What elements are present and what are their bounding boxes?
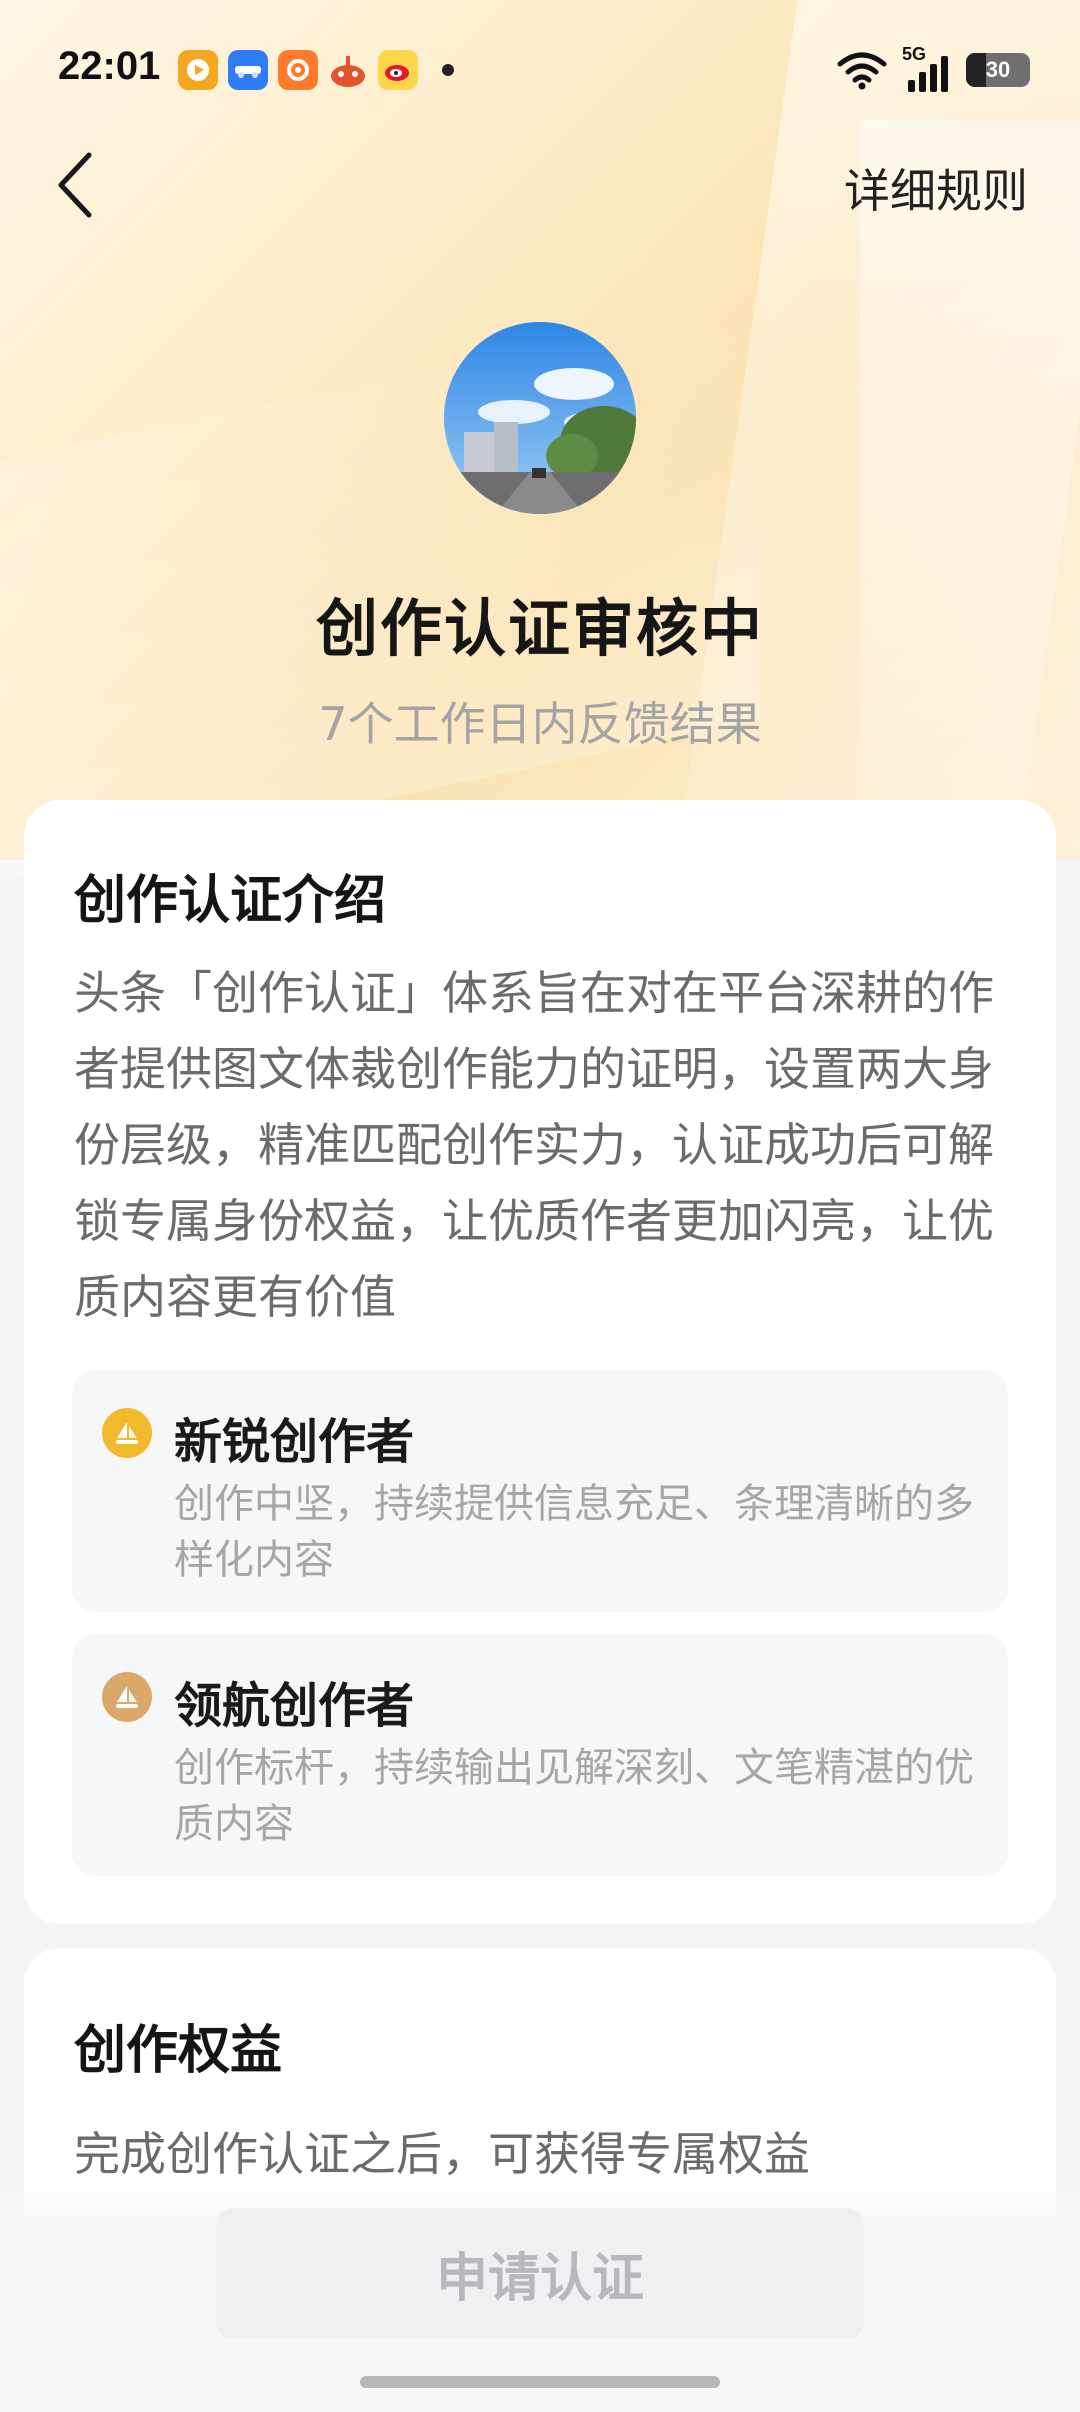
status-time: 22:01	[58, 44, 161, 88]
battery-icon: 30	[966, 53, 1030, 87]
sail-badge-gold-icon	[102, 1408, 152, 1458]
network-type: 5G	[902, 44, 927, 64]
tier-name: 领航创作者	[174, 1678, 415, 1734]
tier-description: 创作标杆，持续输出见解深刻、文笔精湛的优质内容	[174, 1745, 974, 1847]
screen: 22:01 5G 30 详细规则 创作认证审核中 7个工作日内反馈结果 创作认证…	[0, 0, 1080, 2412]
apply-certification-button[interactable]: 申请认证	[216, 2208, 864, 2338]
intro-card: 创作认证介绍 头条「创作认证」体系旨在对在平台深耕的作者提供图文体裁创作能力的证…	[24, 800, 1056, 1924]
sail-badge-bronze-icon	[102, 1672, 152, 1722]
signal-icon: 5G	[902, 44, 952, 92]
detailed-rules-link[interactable]: 详细规则	[844, 155, 1028, 221]
benefits-description: 完成创作认证之后，可获得专属权益	[74, 2127, 810, 2181]
game-app-icon	[328, 50, 368, 90]
weibo-app-icon	[378, 50, 418, 90]
wifi-icon	[837, 52, 887, 90]
avatar	[444, 322, 636, 514]
notification-icons	[178, 50, 454, 90]
chevron-left-icon	[58, 152, 92, 218]
status-indicators: 5G 30	[836, 44, 1030, 92]
review-status-title: 创作认证审核中	[315, 592, 764, 665]
tier-name: 新锐创作者	[174, 1414, 415, 1470]
intro-description: 头条「创作认证」体系旨在对在平台深耕的作者提供图文体裁创作能力的证明，设置两大身…	[74, 966, 994, 1324]
browser-app-icon	[278, 50, 318, 90]
battery-level: 30	[985, 57, 1011, 82]
back-button[interactable]	[40, 145, 110, 225]
benefits-card-title: 创作权益	[74, 2021, 283, 2081]
status-bar: 22:01 5G 30	[0, 0, 1080, 140]
intro-card-title: 创作认证介绍	[74, 871, 387, 931]
home-indicator[interactable]	[360, 2376, 720, 2388]
more-notifications-dot	[442, 64, 454, 76]
car-news-app-icon	[228, 50, 268, 90]
review-status-subtitle: 7个工作日内反馈结果	[318, 697, 762, 751]
tier-item-rising: 新锐创作者 创作中坚，持续提供信息充足、条理清晰的多样化内容	[72, 1370, 1008, 1612]
tier-item-leading: 领航创作者 创作标杆，持续输出见解深刻、文笔精湛的优质内容	[72, 1634, 1008, 1876]
video-app-icon	[178, 50, 218, 90]
tier-description: 创作中坚，持续提供信息充足、条理清晰的多样化内容	[174, 1481, 974, 1583]
